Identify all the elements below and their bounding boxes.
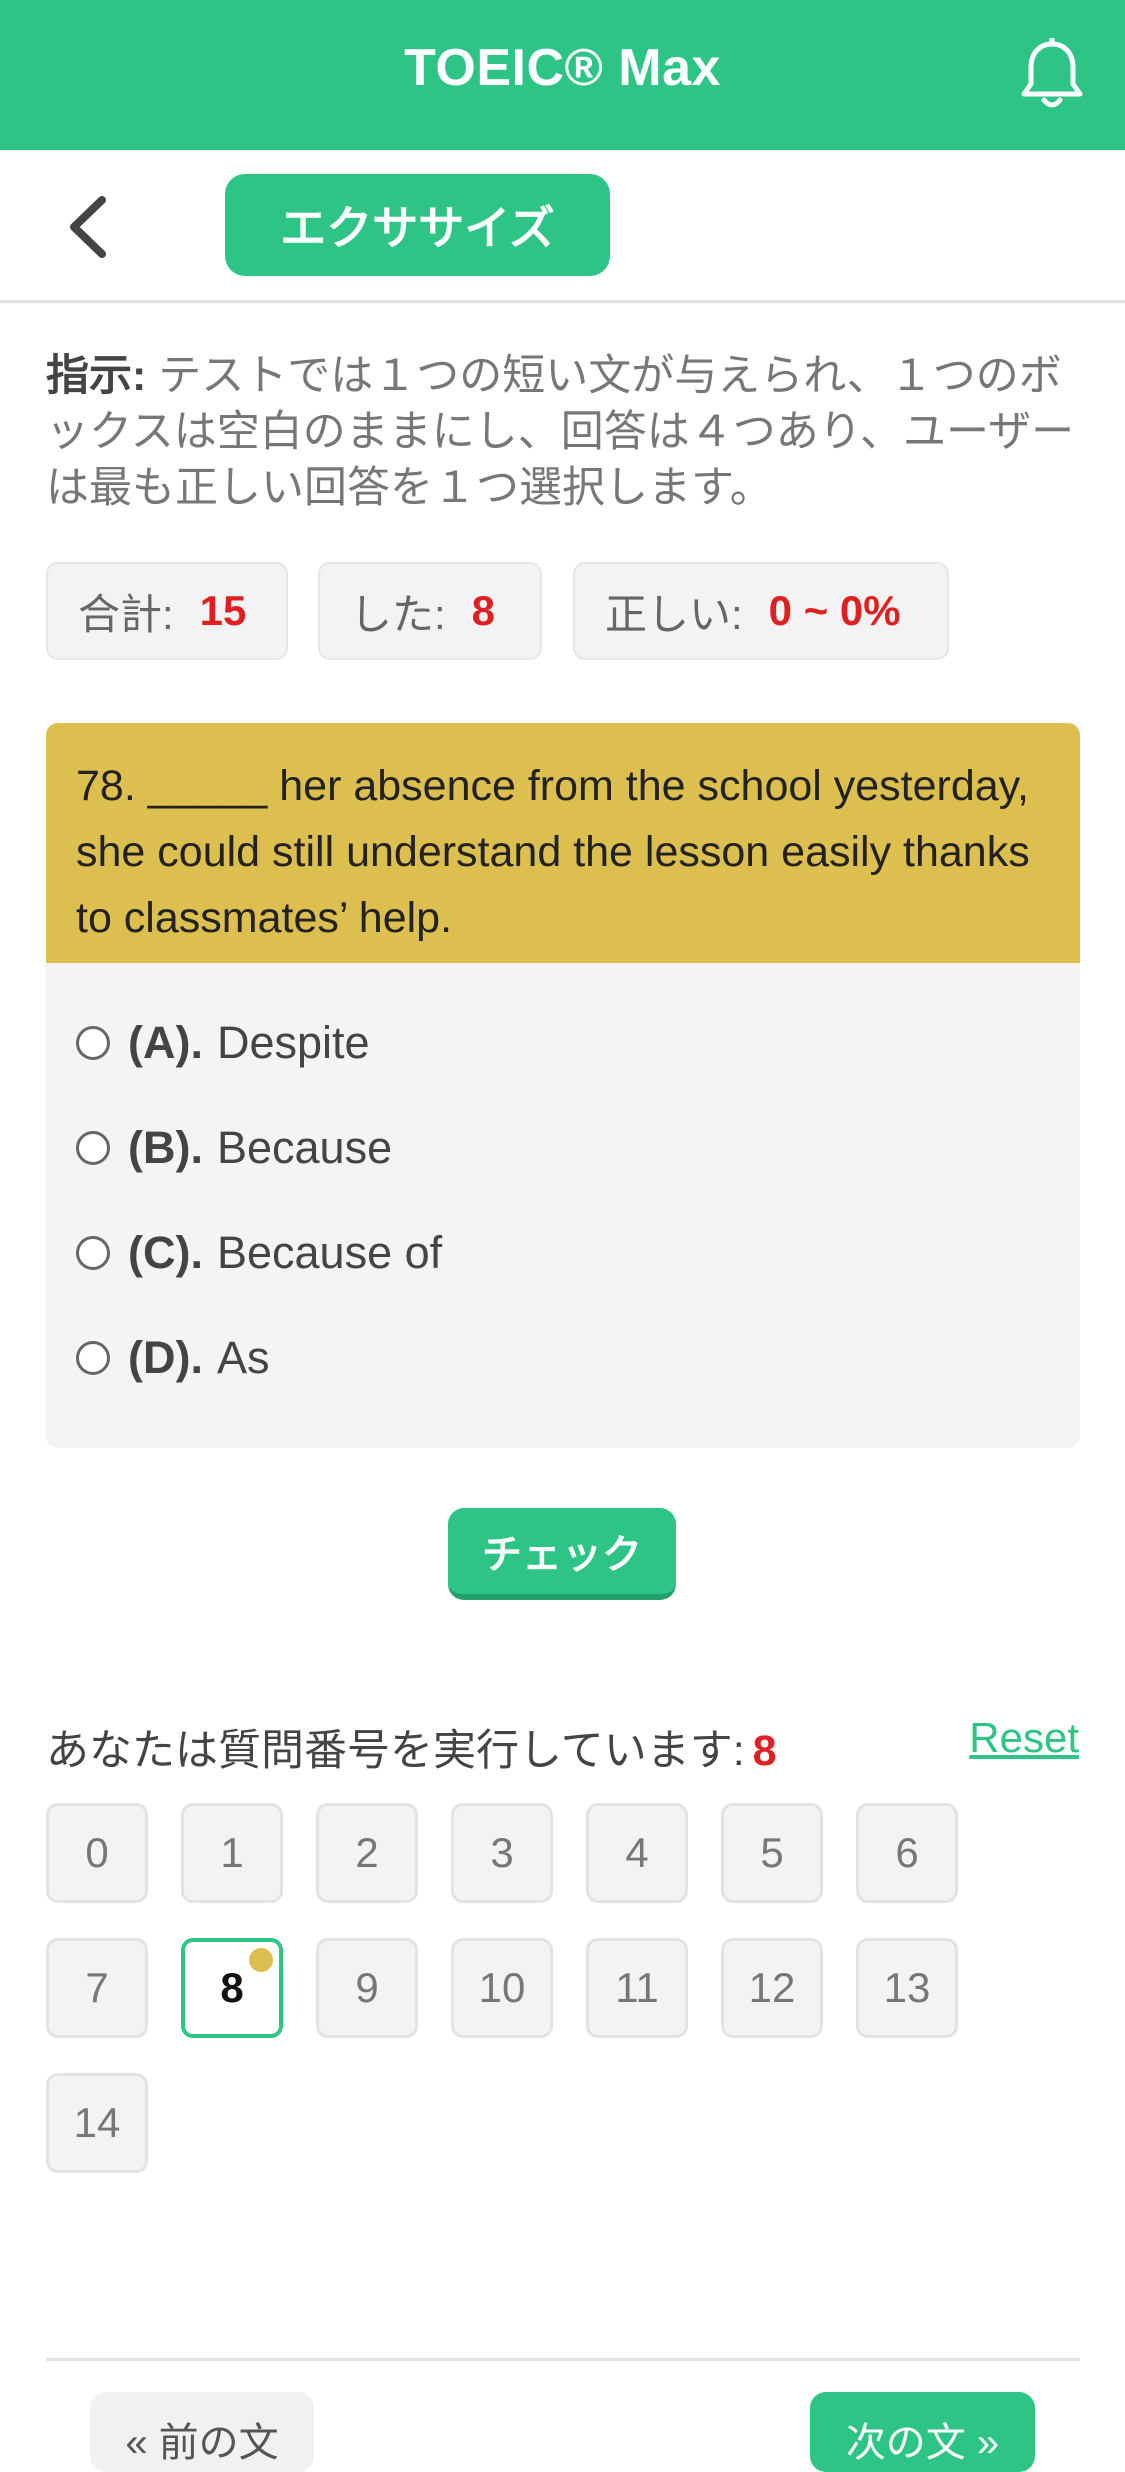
exercise-tab-button[interactable]: エクササイズ [225, 174, 610, 276]
question-button[interactable]: 2 [316, 1803, 418, 1903]
option-d-text: As [216, 1332, 270, 1383]
correct-label: 正しい: [605, 590, 743, 638]
question-button[interactable]: 12 [721, 1938, 823, 2038]
radio-b[interactable] [76, 1131, 110, 1165]
sub-header: エクササイズ [0, 150, 1125, 303]
option-c[interactable]: (C). Because of [76, 1223, 442, 1283]
option-a[interactable]: (A). Despite [76, 1013, 370, 1073]
option-d-letter: (D). [128, 1332, 203, 1383]
option-b-text: Because [216, 1122, 393, 1173]
total-label: 合計: [78, 590, 174, 638]
question-button[interactable]: 7 [46, 1938, 148, 2038]
radio-c[interactable] [76, 1236, 110, 1270]
question-button[interactable]: 3 [451, 1803, 553, 1903]
app-title: TOEIC® Max [404, 39, 721, 97]
divider [46, 2358, 1080, 2361]
correct-value: 0 ~ 0% [768, 587, 901, 634]
question-button-current[interactable]: 8 [181, 1938, 283, 2038]
question-button[interactable]: 1 [181, 1803, 283, 1903]
option-c-letter: (C). [128, 1227, 203, 1278]
question-button[interactable]: 13 [856, 1938, 958, 2038]
top-bar: TOEIC® Max [0, 0, 1125, 150]
correct-stat: 正しい: 0 ~ 0% [573, 562, 949, 660]
progress-current: 8 [752, 1727, 777, 1775]
option-b-letter: (B). [128, 1122, 203, 1173]
chevron-left-icon[interactable] [60, 192, 120, 262]
question-button[interactable]: 11 [586, 1938, 688, 2038]
progress-label: あなたは質問番号を実行しています: 8 [46, 1716, 777, 1778]
total-value: 15 [199, 587, 247, 634]
next-sentence-button[interactable]: 次の文 » [810, 2392, 1035, 2472]
option-a-letter: (A). [128, 1017, 203, 1068]
question-button[interactable]: 9 [316, 1938, 418, 2038]
question-button[interactable]: 5 [721, 1803, 823, 1903]
done-value: 8 [471, 587, 496, 634]
instructions: 指示: テストでは１つの短い文が与えられ、１つのボックスは空白のままにし、回答は… [46, 348, 1076, 516]
check-button[interactable]: チェック [448, 1508, 676, 1600]
current-indicator-dot [249, 1948, 273, 1972]
question-current-number: 8 [220, 1964, 244, 2011]
done-label: した: [350, 590, 446, 638]
option-c-text: Because of [216, 1227, 443, 1278]
instructions-label: 指示: [46, 352, 147, 400]
question-button[interactable]: 0 [46, 1803, 148, 1903]
question-button[interactable]: 6 [856, 1803, 958, 1903]
question-card: 78. _____ her absence from the school ye… [46, 723, 1080, 1448]
previous-sentence-button[interactable]: « 前の文 [90, 2392, 314, 2472]
option-d[interactable]: (D). As [76, 1328, 270, 1388]
radio-d[interactable] [76, 1341, 110, 1375]
instructions-text: テストでは１つの短い文が与えられ、１つのボックスは空白のままにし、回答は４つあり… [46, 352, 1075, 512]
question-button[interactable]: 10 [451, 1938, 553, 2038]
option-b[interactable]: (B). Because [76, 1118, 392, 1178]
radio-a[interactable] [76, 1026, 110, 1060]
option-a-text: Despite [216, 1017, 370, 1068]
bell-icon[interactable] [1019, 38, 1085, 110]
reset-link[interactable]: Reset [969, 1714, 1079, 1762]
total-stat: 合計: 15 [46, 562, 288, 660]
question-text: 78. _____ her absence from the school ye… [46, 723, 1080, 963]
question-button[interactable]: 14 [46, 2073, 148, 2173]
done-stat: した: 8 [318, 562, 542, 660]
question-button[interactable]: 4 [586, 1803, 688, 1903]
progress-text: あなたは質問番号を実行しています: [46, 1727, 745, 1775]
